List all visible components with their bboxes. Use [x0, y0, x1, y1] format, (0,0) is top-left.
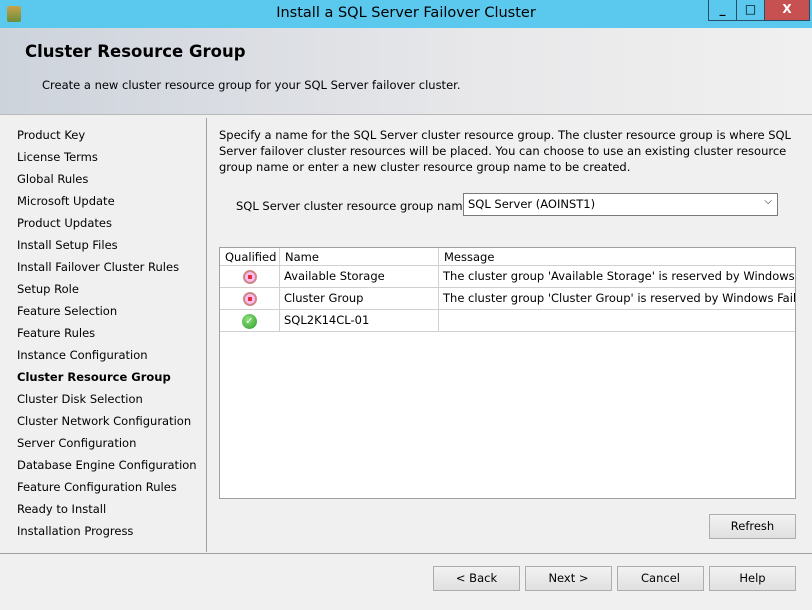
nav-item[interactable]: Microsoft Update — [17, 194, 115, 208]
refresh-button[interactable]: Refresh — [709, 514, 796, 539]
nav-item[interactable]: Cluster Disk Selection — [17, 392, 143, 406]
nav-item[interactable]: Ready to Install — [17, 502, 106, 516]
title-bar: Install a SQL Server Failover Cluster _ … — [0, 0, 812, 28]
resource-group-table: Qualified Name Message Available Storage… — [219, 247, 796, 499]
cancel-button[interactable]: Cancel — [617, 566, 704, 591]
page-subtitle: Create a new cluster resource group for … — [42, 78, 461, 92]
column-header-name[interactable]: Name — [280, 248, 439, 265]
qualified-cell — [220, 288, 280, 309]
nav-item[interactable]: Instance Configuration — [17, 348, 148, 362]
nav-item[interactable]: Installation Progress — [17, 524, 133, 538]
table-row[interactable]: Available Storage The cluster group 'Avai… — [220, 266, 795, 288]
chevron-down-icon[interactable]: ⌵ — [764, 196, 772, 207]
check-circle-icon: ✓ — [242, 314, 257, 329]
nav-item[interactable]: License Terms — [17, 150, 98, 164]
qualified-cell — [220, 266, 280, 287]
intro-text: Specify a name for the SQL Server cluste… — [219, 128, 791, 174]
page-header: Cluster Resource Group Create a new clus… — [0, 28, 812, 115]
wizard-steps-nav: Product Key License Terms Global Rules Micr… — [0, 118, 207, 552]
nav-item[interactable]: Feature Rules — [17, 326, 95, 340]
column-header-message[interactable]: Message — [439, 248, 795, 265]
table-row[interactable]: ✓ SQL2K14CL-01 — [220, 310, 795, 332]
nav-item[interactable]: Database Engine Configuration — [17, 458, 197, 472]
name-cell: SQL2K14CL-01 — [280, 310, 439, 331]
back-button[interactable]: < Back — [433, 566, 520, 591]
qualified-cell: ✓ — [220, 310, 280, 331]
nav-item[interactable]: Product Updates — [17, 216, 112, 230]
nav-item[interactable]: Feature Configuration Rules — [17, 480, 177, 494]
nav-item[interactable]: Global Rules — [17, 172, 88, 186]
next-button[interactable]: Next > — [525, 566, 612, 591]
column-header-qualified[interactable]: Qualified — [220, 248, 280, 265]
nav-item[interactable]: Install Setup Files — [17, 238, 118, 252]
nav-item[interactable]: Feature Selection — [17, 304, 117, 318]
group-name-combobox[interactable]: SQL Server (AOINST1) ⌵ — [463, 193, 778, 216]
nav-item[interactable]: Cluster Resource Group — [17, 370, 171, 384]
group-name-label: SQL Server cluster resource group name: — [236, 199, 474, 213]
message-cell: The cluster group 'Available Storage' is… — [443, 269, 795, 283]
name-cell: Cluster Group — [280, 288, 439, 309]
table-header: Qualified Name Message — [220, 248, 795, 266]
group-name-value: SQL Server (AOINST1) — [468, 197, 596, 211]
page-title: Cluster Resource Group — [25, 42, 246, 61]
help-button[interactable]: Help — [709, 566, 796, 591]
nav-item[interactable]: Server Configuration — [17, 436, 136, 450]
name-cell: Available Storage — [280, 266, 439, 287]
error-stop-icon — [242, 270, 257, 284]
footer-divider — [0, 553, 812, 554]
message-cell: The cluster group 'Cluster Group' is res… — [443, 291, 795, 305]
maximize-button[interactable]: □ — [736, 0, 765, 21]
minimize-button[interactable]: _ — [708, 0, 737, 21]
nav-item[interactable]: Product Key — [17, 128, 85, 142]
close-button[interactable]: X — [764, 0, 810, 21]
window-title: Install a SQL Server Failover Cluster — [276, 5, 536, 21]
nav-item[interactable]: Setup Role — [17, 282, 79, 296]
table-row[interactable]: Cluster Group The cluster group 'Cluster … — [220, 288, 795, 310]
message-cell — [439, 310, 795, 331]
error-stop-icon — [242, 292, 257, 306]
nav-item[interactable]: Cluster Network Configuration — [17, 414, 191, 428]
nav-item[interactable]: Install Failover Cluster Rules — [17, 260, 179, 274]
